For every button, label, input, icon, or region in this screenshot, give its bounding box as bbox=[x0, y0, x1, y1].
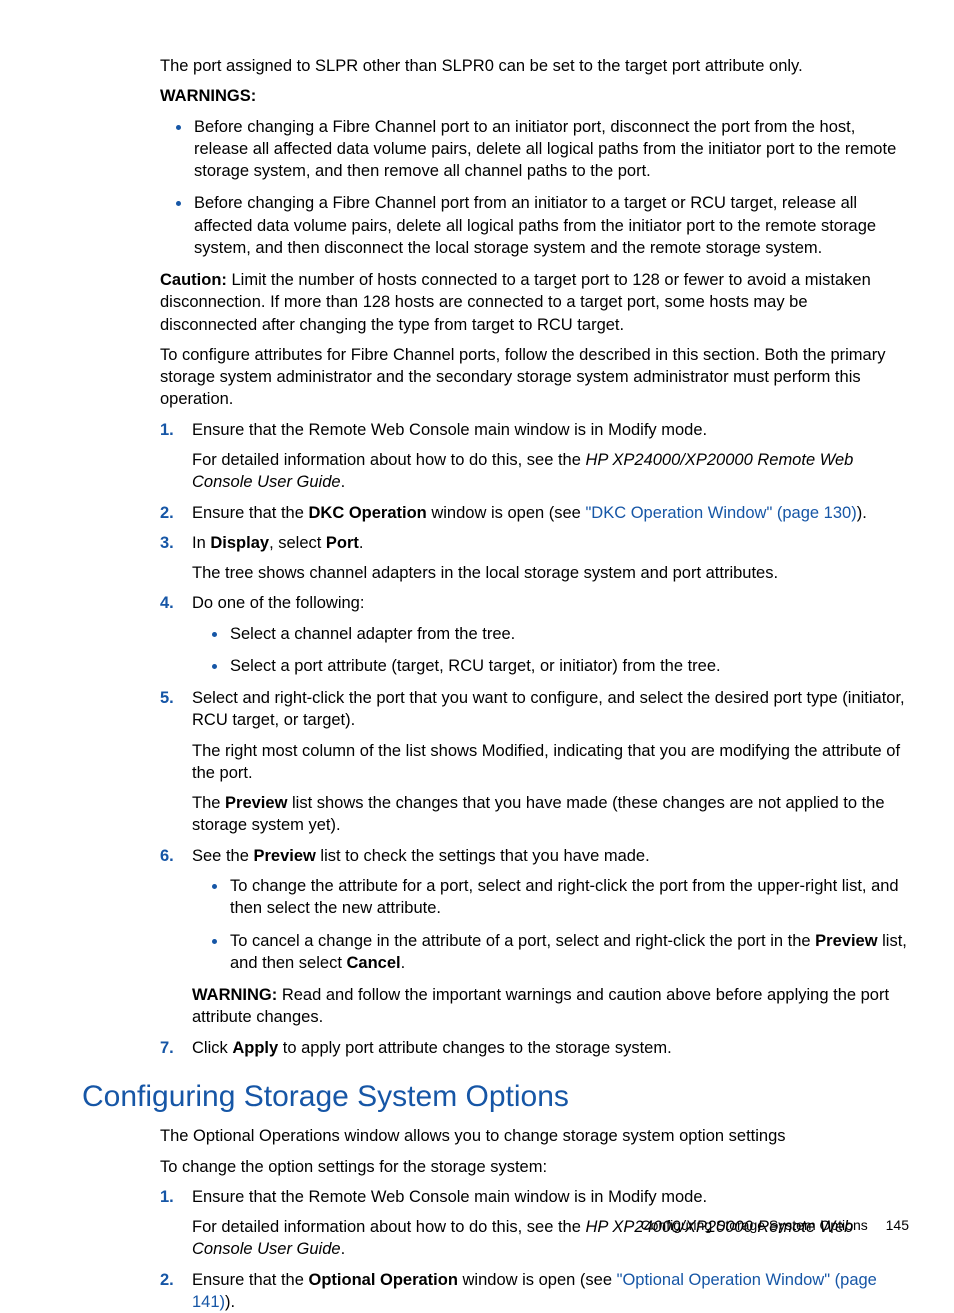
t: Preview bbox=[225, 794, 287, 812]
step-text: Ensure that the DKC Operation window is … bbox=[192, 502, 909, 524]
step-text: Do one of the following: bbox=[192, 592, 909, 614]
step-7: 7. Click Apply to apply port attribute c… bbox=[160, 1037, 909, 1059]
step-number: 1. bbox=[160, 419, 174, 441]
section-paragraph: To change the option settings for the st… bbox=[160, 1156, 909, 1178]
t: Ensure that the bbox=[192, 1271, 309, 1289]
t: . bbox=[359, 534, 364, 552]
step-text: Ensure that the Remote Web Console main … bbox=[192, 1186, 909, 1208]
t: To change the attribute for a port, sele… bbox=[230, 877, 899, 917]
t: The bbox=[192, 794, 225, 812]
t: Ensure that the bbox=[192, 504, 309, 522]
step-3: 3. In Display, select Port. The tree sho… bbox=[160, 532, 909, 585]
step-detail: The right most column of the list shows … bbox=[192, 740, 909, 785]
t: To cancel a change in the attribute of a… bbox=[230, 932, 907, 972]
step-detail: The tree shows channel adapters in the l… bbox=[192, 562, 909, 584]
step-text: Click Apply to apply port attribute chan… bbox=[192, 1037, 909, 1059]
t: For detailed information about how to do… bbox=[192, 451, 586, 469]
t: Preview bbox=[815, 932, 877, 950]
step-text: In Display, select Port. bbox=[192, 532, 909, 554]
t: For detailed information about how to do… bbox=[192, 1218, 586, 1236]
section-paragraph: The Optional Operations window allows yo… bbox=[160, 1125, 909, 1147]
step-number: 3. bbox=[160, 532, 174, 554]
warnings-list: Before changing a Fibre Channel port to … bbox=[192, 116, 909, 260]
step-text: Ensure that the Optional Operation windo… bbox=[192, 1269, 909, 1313]
list-item: Select a channel adapter from the tree. bbox=[228, 623, 909, 645]
t: . bbox=[341, 473, 346, 491]
list-item: To change the attribute for a port, sele… bbox=[228, 875, 909, 920]
step-number: 1. bbox=[160, 1186, 174, 1208]
step-number: 5. bbox=[160, 687, 174, 709]
t: Select a channel adapter from the tree. bbox=[230, 625, 515, 643]
t: list shows the changes that you have mad… bbox=[192, 794, 885, 834]
t: . bbox=[401, 954, 406, 972]
t: to apply port attribute changes to the s… bbox=[278, 1039, 671, 1057]
step-number: 4. bbox=[160, 592, 174, 614]
intro-paragraph: The port assigned to SLPR other than SLP… bbox=[160, 55, 909, 77]
t: Select a port attribute (target, RCU tar… bbox=[230, 657, 721, 675]
section-heading: Configuring Storage System Options bbox=[82, 1077, 909, 1118]
sub-list: Select a channel adapter from the tree. … bbox=[228, 623, 909, 678]
t: To cancel a change in the attribute of a… bbox=[230, 932, 815, 950]
step-text: Ensure that the Remote Web Console main … bbox=[192, 419, 909, 441]
procedure-list-2: 1. Ensure that the Remote Web Console ma… bbox=[160, 1186, 909, 1313]
caution-paragraph: Caution: Limit the number of hosts conne… bbox=[160, 269, 909, 336]
t: Preview bbox=[253, 847, 315, 865]
step-2: 2. Ensure that the DKC Operation window … bbox=[160, 502, 909, 524]
step-warning: WARNING: Read and follow the important w… bbox=[192, 984, 909, 1029]
t: Apply bbox=[232, 1039, 278, 1057]
list-item: Before changing a Fibre Channel port to … bbox=[192, 116, 909, 183]
step-5: 5. Select and right-click the port that … bbox=[160, 687, 909, 837]
step-number: 6. bbox=[160, 845, 174, 867]
t: list to check the settings that you have… bbox=[316, 847, 650, 865]
list-item: Select a port attribute (target, RCU tar… bbox=[228, 655, 909, 677]
step-detail: The Preview list shows the changes that … bbox=[192, 792, 909, 837]
footer-title: Configuring Storage System Options bbox=[641, 1217, 868, 1233]
config-paragraph: To configure attributes for Fibre Channe… bbox=[160, 344, 909, 411]
t: , select bbox=[269, 534, 326, 552]
warning-label: WARNING: bbox=[192, 986, 277, 1004]
warning-text: Before changing a Fibre Channel port fro… bbox=[194, 194, 876, 257]
t: Cancel bbox=[347, 954, 401, 972]
step-1: 1. Ensure that the Remote Web Console ma… bbox=[160, 419, 909, 494]
sub-list: To change the attribute for a port, sele… bbox=[228, 875, 909, 974]
step-2: 2. Ensure that the Optional Operation wi… bbox=[160, 1269, 909, 1313]
list-item: To cancel a change in the attribute of a… bbox=[228, 930, 909, 975]
t: ). bbox=[225, 1293, 235, 1311]
step-text: Select and right-click the port that you… bbox=[192, 687, 909, 732]
cross-reference-link[interactable]: "DKC Operation Window" (page 130) bbox=[585, 504, 856, 522]
step-number: 2. bbox=[160, 1269, 174, 1291]
step-text: See the Preview list to check the settin… bbox=[192, 845, 909, 867]
warning-text: Before changing a Fibre Channel port to … bbox=[194, 118, 896, 181]
t: In bbox=[192, 534, 210, 552]
t: window is open (see bbox=[458, 1271, 617, 1289]
t: . bbox=[341, 1240, 346, 1258]
t: window is open (see bbox=[427, 504, 586, 522]
document-page: The port assigned to SLPR other than SLP… bbox=[0, 0, 954, 1271]
t: DKC Operation bbox=[309, 504, 427, 522]
t: Optional Operation bbox=[309, 1271, 458, 1289]
t: Click bbox=[192, 1039, 232, 1057]
procedure-list-1: 1. Ensure that the Remote Web Console ma… bbox=[160, 419, 909, 1059]
step-6: 6. See the Preview list to check the set… bbox=[160, 845, 909, 1029]
step-4: 4. Do one of the following: Select a cha… bbox=[160, 592, 909, 677]
t: ). bbox=[857, 504, 867, 522]
t: See the bbox=[192, 847, 253, 865]
list-item: Before changing a Fibre Channel port fro… bbox=[192, 192, 909, 259]
t: Display bbox=[210, 534, 269, 552]
warnings-heading: WARNINGS: bbox=[160, 85, 909, 107]
step-number: 2. bbox=[160, 502, 174, 524]
t: Port bbox=[326, 534, 359, 552]
caution-label: Caution: bbox=[160, 271, 227, 289]
step-number: 7. bbox=[160, 1037, 174, 1059]
page-footer: Configuring Storage System Options 145 bbox=[641, 1216, 909, 1235]
caution-body: Limit the number of hosts connected to a… bbox=[160, 271, 871, 334]
page-number: 145 bbox=[886, 1217, 909, 1233]
step-detail: For detailed information about how to do… bbox=[192, 449, 909, 494]
t: Read and follow the important warnings a… bbox=[192, 986, 889, 1026]
